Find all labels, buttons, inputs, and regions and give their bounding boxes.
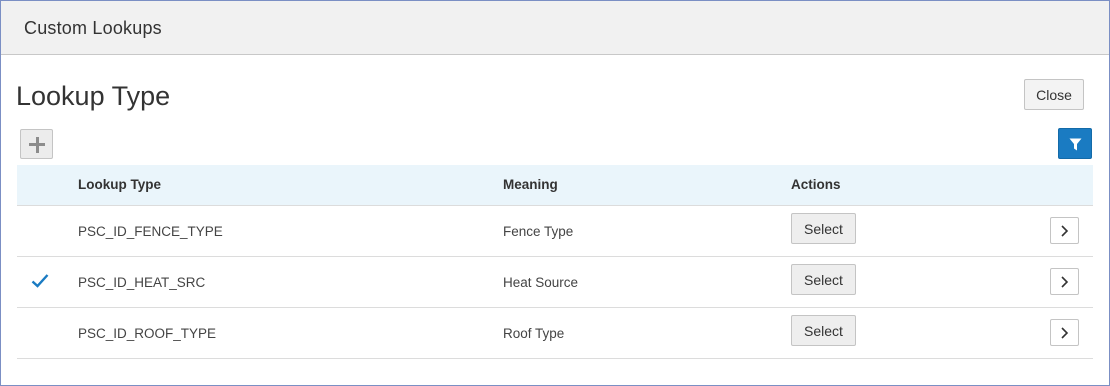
- close-button[interactable]: Close: [1024, 79, 1084, 110]
- chevron-right-icon: [1061, 225, 1069, 237]
- meaning-cell: Fence Type: [503, 224, 574, 239]
- meaning-cell: Heat Source: [503, 275, 579, 290]
- lookup-type-cell: PSC_ID_ROOF_TYPE: [78, 326, 217, 341]
- lookup-type-cell: PSC_ID_FENCE_TYPE: [78, 224, 223, 239]
- lookup-table: Lookup Type Meaning Actions PSC_ID_FENCE…: [17, 165, 1093, 359]
- table-row[interactable]: PSC_ID_FENCE_TYPE Fence Type Select: [17, 206, 1093, 257]
- page-title: Lookup Type: [16, 81, 171, 111]
- custom-lookups-window: Custom Lookups Lookup Type Close Lookup …: [0, 0, 1110, 386]
- row-detail-button[interactable]: [1050, 268, 1079, 295]
- chevron-right-icon: [1061, 276, 1069, 288]
- table-header: Lookup Type Meaning Actions: [17, 165, 1093, 206]
- select-button[interactable]: Select: [791, 264, 856, 295]
- column-header-actions: Actions: [791, 177, 841, 192]
- row-detail-button[interactable]: [1050, 217, 1079, 244]
- add-lookup-button[interactable]: [20, 129, 53, 159]
- row-detail-button[interactable]: [1050, 319, 1079, 346]
- table-row[interactable]: PSC_ID_ROOF_TYPE Roof Type Select: [17, 308, 1093, 359]
- lookup-type-cell: PSC_ID_HEAT_SRC: [78, 275, 206, 290]
- checkmark-icon: [31, 274, 49, 288]
- meaning-cell: Roof Type: [503, 326, 565, 341]
- window-title: Custom Lookups: [24, 18, 162, 38]
- column-header-meaning[interactable]: Meaning: [503, 177, 558, 192]
- chevron-right-icon: [1061, 327, 1069, 339]
- title-bar: Custom Lookups: [1, 1, 1109, 55]
- column-header-lookup-type[interactable]: Lookup Type: [78, 177, 161, 192]
- filter-button[interactable]: [1058, 128, 1092, 159]
- select-button[interactable]: Select: [791, 213, 856, 244]
- select-button[interactable]: Select: [791, 315, 856, 346]
- filter-icon: [1069, 138, 1082, 151]
- table-row[interactable]: PSC_ID_HEAT_SRC Heat Source Select: [17, 257, 1093, 308]
